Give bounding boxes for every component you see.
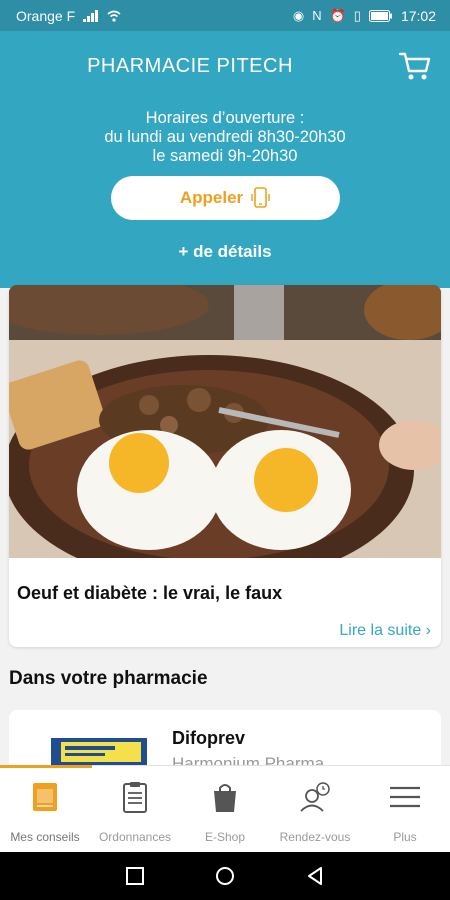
- tab-label: Ordonnances: [98, 830, 172, 844]
- tab-plus[interactable]: Plus: [360, 766, 450, 852]
- clock-time: 17:02: [400, 7, 436, 24]
- section-title: Dans votre pharmacie: [9, 668, 208, 689]
- phone-vibrate-icon: [251, 187, 270, 208]
- read-more-label: Lire la suite: [339, 622, 422, 639]
- battery-icon: [368, 9, 392, 22]
- cart-button[interactable]: [398, 49, 432, 83]
- opening-hours: Horaires d’ouverture : du lundi au vendr…: [0, 109, 450, 166]
- hours-title: Horaires d’ouverture :: [145, 109, 305, 127]
- back-icon[interactable]: [304, 865, 326, 887]
- hours-weekdays: du lundi au vendredi 8h30-20h30: [104, 128, 346, 146]
- bottom-navigation: Mes conseils Ordonnances E-Shop Rendez-v…: [0, 765, 450, 852]
- tab-label: Rendez-vous: [279, 830, 351, 844]
- tab-label: E-Shop: [204, 830, 246, 844]
- alarm-icon: ⏰: [329, 7, 346, 23]
- cart-icon: [398, 52, 431, 80]
- article-image: [9, 285, 441, 558]
- tab-label: Mes conseils: [10, 830, 80, 844]
- vibrate-icon: ▯: [353, 7, 361, 23]
- tab-e-shop[interactable]: E-Shop: [180, 766, 270, 852]
- call-button-label: Appeler: [179, 188, 244, 207]
- status-bar: Orange F ◉ N ⏰ ▯ 17:02: [0, 0, 450, 31]
- nfc-icon: N: [312, 8, 322, 23]
- signal-icon: [83, 9, 99, 22]
- tab-label: Plus: [393, 830, 417, 844]
- clipboard-icon: [123, 782, 147, 813]
- pharmacy-name: PHARMACIE PITECH: [87, 55, 293, 77]
- tab-rendez-vous[interactable]: Rendez-vous: [270, 766, 360, 852]
- pharmacy-header: PHARMACIE PITECH Horaires d’ouverture : …: [0, 31, 450, 288]
- system-navigation-bar: [0, 852, 450, 900]
- details-link[interactable]: + de détails: [0, 242, 450, 262]
- eye-icon: ◉: [292, 7, 305, 23]
- tab-mes-conseils[interactable]: Mes conseils: [0, 766, 90, 852]
- recents-icon[interactable]: [124, 865, 146, 887]
- home-icon[interactable]: [214, 865, 236, 887]
- call-button[interactable]: Appeler: [111, 176, 340, 220]
- tab-ordonnances[interactable]: Ordonnances: [90, 766, 180, 852]
- article-card[interactable]: Oeuf et diabète : le vrai, le faux Lire …: [9, 285, 441, 647]
- product-name: Difoprev: [172, 728, 246, 748]
- menu-icon: [390, 786, 420, 808]
- carrier-label: Orange F: [16, 7, 76, 24]
- hours-saturday: le samedi 9h-20h30: [152, 147, 298, 165]
- article-title: Oeuf et diabète : le vrai, le faux: [17, 583, 283, 603]
- read-more-link[interactable]: Lire la suite ›: [339, 622, 431, 640]
- article-icon: [33, 783, 57, 811]
- appointment-icon: [300, 782, 330, 812]
- shopping-bag-icon: [214, 784, 236, 812]
- wifi-icon: [107, 10, 121, 22]
- chevron-right-icon: ›: [425, 622, 431, 639]
